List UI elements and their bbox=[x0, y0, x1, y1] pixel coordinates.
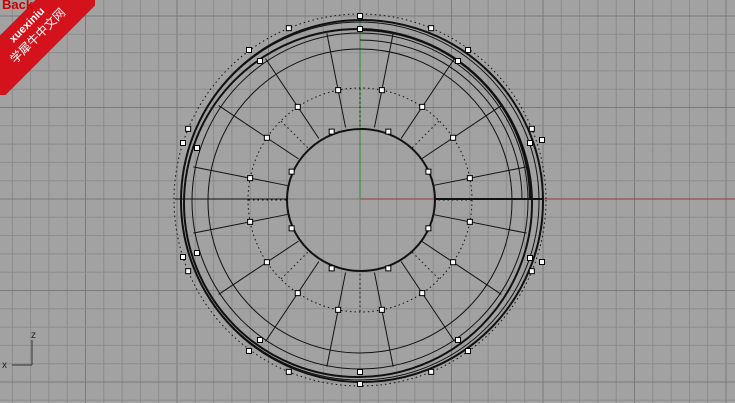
control-point bbox=[528, 125, 535, 132]
control-point bbox=[335, 306, 342, 313]
spoke-line bbox=[373, 33, 394, 128]
control-point bbox=[288, 225, 295, 232]
control-point bbox=[465, 47, 471, 53]
control-point bbox=[385, 265, 392, 272]
partial-arc-inner bbox=[359, 39, 523, 200]
control-point bbox=[288, 168, 295, 175]
control-point bbox=[328, 265, 335, 272]
gizmo-x-label: x bbox=[2, 360, 7, 371]
spoke-line bbox=[193, 166, 288, 187]
control-point bbox=[419, 103, 426, 110]
control-point bbox=[378, 87, 385, 94]
control-point bbox=[527, 140, 533, 146]
hub-circle bbox=[286, 128, 436, 272]
control-radial bbox=[411, 251, 440, 280]
control-point bbox=[357, 381, 363, 387]
rim-inner-thick bbox=[183, 28, 533, 378]
control-point bbox=[357, 26, 363, 32]
control-point bbox=[257, 337, 263, 343]
control-point bbox=[428, 368, 435, 375]
control-point bbox=[263, 259, 270, 266]
control-point bbox=[465, 348, 471, 354]
control-point bbox=[263, 134, 270, 141]
control-point bbox=[450, 134, 457, 141]
control-point bbox=[357, 369, 363, 375]
control-point bbox=[378, 306, 385, 313]
control-point bbox=[247, 218, 254, 225]
control-point bbox=[450, 259, 457, 266]
control-point bbox=[539, 137, 545, 143]
control-point bbox=[180, 140, 186, 146]
control-point bbox=[385, 128, 392, 135]
control-point bbox=[539, 259, 545, 265]
spoke-line bbox=[326, 33, 347, 128]
control-point bbox=[247, 175, 254, 182]
control-point bbox=[185, 125, 192, 132]
spoke-line bbox=[265, 261, 320, 342]
control-point bbox=[466, 175, 473, 182]
control-point bbox=[246, 348, 252, 354]
control-point bbox=[294, 103, 301, 110]
control-radial bbox=[280, 251, 309, 280]
viewport-canvas[interactable]: x z bbox=[0, 0, 735, 403]
control-point bbox=[194, 250, 200, 256]
top-viewport[interactable]: x z bbox=[0, 0, 735, 403]
control-point bbox=[419, 290, 426, 297]
spoke-line bbox=[373, 272, 394, 367]
control-point bbox=[357, 13, 363, 19]
grid bbox=[0, 0, 735, 403]
control-point bbox=[455, 337, 461, 343]
control-point bbox=[455, 58, 461, 64]
control-point bbox=[246, 47, 252, 53]
control-point bbox=[528, 268, 535, 275]
control-point bbox=[285, 25, 292, 32]
control-point bbox=[425, 225, 432, 232]
control-point bbox=[180, 254, 186, 260]
control-point bbox=[285, 368, 292, 375]
control-point bbox=[425, 168, 432, 175]
spoke-line bbox=[432, 166, 527, 187]
spoke-line bbox=[326, 272, 347, 367]
gizmo-z-label: z bbox=[31, 330, 36, 341]
control-point bbox=[466, 218, 473, 225]
control-point bbox=[335, 87, 342, 94]
control-point bbox=[527, 255, 533, 261]
control-point bbox=[185, 268, 192, 275]
spoke-line bbox=[400, 261, 455, 342]
control-point bbox=[428, 25, 435, 32]
control-point bbox=[294, 290, 301, 297]
control-point bbox=[194, 145, 200, 151]
control-point bbox=[328, 128, 335, 135]
control-point bbox=[257, 58, 263, 64]
